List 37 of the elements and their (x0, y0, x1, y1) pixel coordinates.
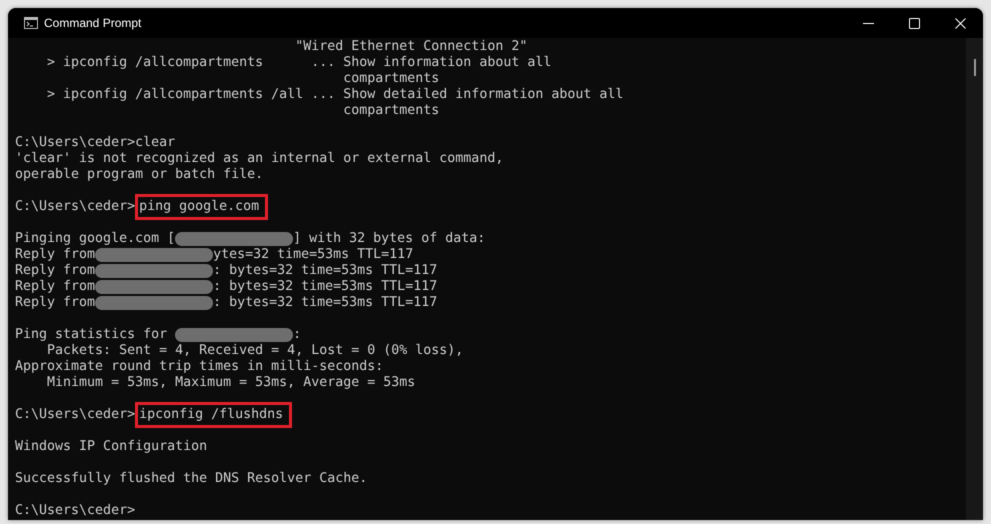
console-text: "Wired Ethernet Connection 2" (294, 39, 528, 55)
console-text: Packets: Sent = 4, Received = 4, Lost = 0 (0% loss), (46, 343, 464, 359)
console-text: Reply from (15, 263, 96, 279)
console-text: C:\Users\ceder>clear (15, 135, 176, 151)
console-text: ytes=32 time=53ms TTL=117 (213, 247, 414, 263)
console-text: Reply from (15, 295, 96, 311)
console-text: Reply from (15, 247, 96, 263)
window-title: Command Prompt (44, 16, 142, 30)
console-text: 'clear' is not recognized as an internal or external command, (15, 151, 504, 167)
console-text: : bytes=32 time=53ms TTL=117 (213, 279, 438, 295)
console-text: Minimum = 53ms, Maximum = 53ms, Average = 53ms (46, 375, 416, 391)
console-text: Reply from (15, 279, 96, 295)
console-text: ] with 32 bytes of data: (293, 231, 486, 247)
maximize-icon (908, 18, 920, 28)
console-text: Ping statistics for (15, 327, 168, 343)
console-text: : bytes=32 time=53ms TTL=117 (213, 263, 438, 279)
highlighted-command: ipconfig /flushdns (135, 402, 292, 428)
minimize-icon (862, 22, 874, 24)
scrollbar-thumb[interactable] (974, 59, 976, 76)
console-text: Successfully flushed the DNS Resolver Cache. (15, 471, 368, 487)
console-text: compartments (342, 103, 440, 119)
highlighted-command: ping google.com (135, 194, 268, 220)
console-text: C:\Users\ceder> (15, 407, 136, 423)
console-text: operable program or batch file. (15, 167, 264, 183)
console-text: C:\Users\ceder> (15, 199, 136, 215)
scrollbar[interactable] (966, 38, 983, 520)
console-text: Approximate round trip times in milli-seconds: (15, 359, 384, 375)
console-text: : (293, 327, 302, 343)
console-text: > ipconfig /allcompartments /all ... Show detailed information about all (46, 87, 624, 103)
close-icon (954, 18, 966, 28)
console-text: Pinging google.com [ (15, 231, 176, 247)
terminal-icon (24, 17, 38, 29)
console-text: > ipconfig /allcompartments ... Show information about all (46, 55, 552, 71)
console-text: : bytes=32 time=53ms TTL=117 (213, 295, 438, 311)
console-text: Windows IP Configuration (15, 439, 208, 455)
console-text: C:\Users\ceder> (15, 503, 136, 519)
console-text: compartments (342, 71, 440, 87)
